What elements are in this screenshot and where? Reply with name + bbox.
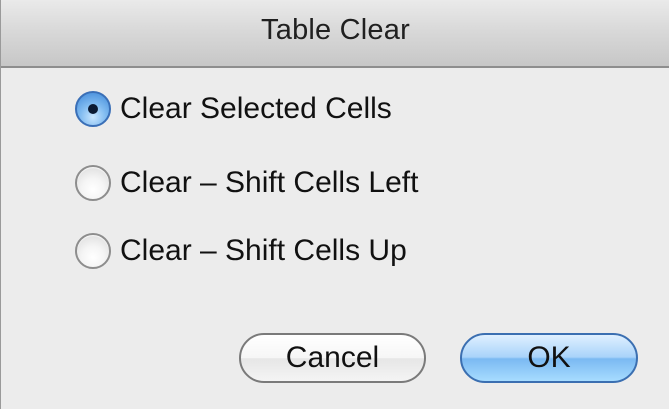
title-bar[interactable]: Table Clear bbox=[1, 0, 669, 68]
option-clear-shift-cells-up[interactable]: Clear – Shift Cells Up bbox=[75, 231, 407, 271]
option-label[interactable]: Clear – Shift Cells Up bbox=[120, 234, 407, 268]
dialog-title: Table Clear bbox=[261, 14, 410, 46]
option-clear-shift-cells-left[interactable]: Clear – Shift Cells Left bbox=[75, 163, 418, 203]
dialog-window: Table Clear Clear Selected Cells Clear –… bbox=[0, 0, 669, 409]
option-clear-selected-cells[interactable]: Clear Selected Cells bbox=[75, 89, 392, 129]
option-label[interactable]: Clear – Shift Cells Left bbox=[120, 166, 418, 200]
radio-selected-icon[interactable] bbox=[75, 91, 111, 127]
radio-unselected-icon[interactable] bbox=[75, 233, 111, 269]
radio-dot-icon bbox=[88, 104, 98, 114]
radio-unselected-icon[interactable] bbox=[75, 165, 111, 201]
ok-button[interactable]: OK bbox=[460, 333, 638, 383]
cancel-button[interactable]: Cancel bbox=[239, 333, 426, 383]
option-label[interactable]: Clear Selected Cells bbox=[120, 92, 392, 126]
